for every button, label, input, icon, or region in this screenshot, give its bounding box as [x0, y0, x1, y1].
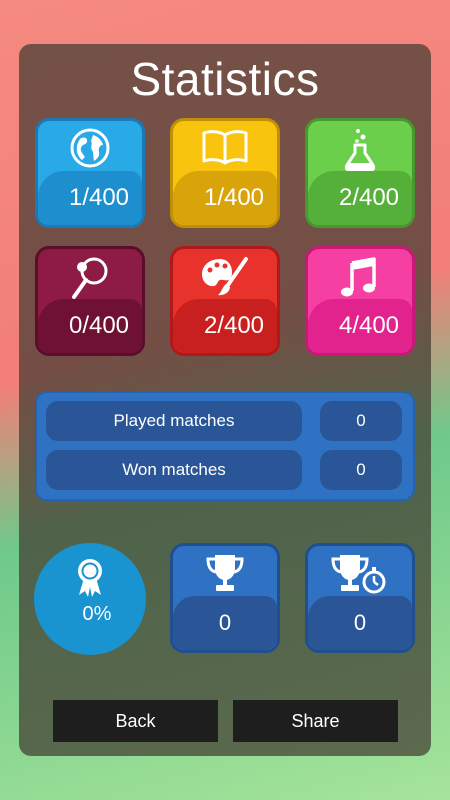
book-icon	[173, 127, 277, 177]
music-note-icon	[308, 255, 412, 305]
flask-icon	[308, 127, 412, 177]
won-matches-value: 0	[320, 450, 402, 490]
trophy-icon	[173, 552, 277, 598]
category-count: 2/400	[338, 184, 400, 211]
win-rate-badge: 0%	[34, 543, 146, 655]
wins-trophy-tile[interactable]: 0	[170, 543, 280, 653]
timed-wins-trophy-tile[interactable]: 0	[305, 543, 415, 653]
wins-count: 0	[173, 596, 277, 650]
back-button[interactable]: Back	[53, 700, 218, 742]
category-sports-tile[interactable]: 0/400	[35, 246, 145, 356]
category-count-bar: 4/400	[308, 299, 412, 353]
category-geography-tile[interactable]: 1/400	[35, 118, 145, 228]
category-music-tile[interactable]: 4/400	[305, 246, 415, 356]
category-science-tile[interactable]: 2/400	[305, 118, 415, 228]
won-matches-label: Won matches	[46, 450, 302, 490]
category-count: 0/400	[68, 312, 130, 339]
timed-wins-count: 0	[308, 596, 412, 650]
category-count-bar: 1/400	[173, 171, 277, 225]
category-count-bar: 0/400	[38, 299, 142, 353]
share-button[interactable]: Share	[233, 700, 398, 742]
trophy-stopwatch-icon	[308, 552, 412, 598]
category-count: 4/400	[338, 312, 400, 339]
played-matches-label: Played matches	[46, 401, 302, 441]
category-count-bar: 2/400	[173, 299, 277, 353]
category-count-bar: 1/400	[38, 171, 142, 225]
palette-icon	[173, 255, 277, 305]
racket-icon	[38, 255, 142, 305]
award-ribbon-icon	[74, 558, 106, 598]
category-count: 1/400	[68, 184, 130, 211]
category-count: 1/400	[203, 184, 265, 211]
globe-icon	[38, 127, 142, 177]
category-art-tile[interactable]: 2/400	[170, 246, 280, 356]
matches-summary: Played matches 0 Won matches 0	[35, 391, 415, 501]
played-matches-value: 0	[320, 401, 402, 441]
category-count-bar: 2/400	[308, 171, 412, 225]
page-title: Statistics	[130, 53, 320, 105]
category-count: 2/400	[203, 312, 265, 339]
category-literature-tile[interactable]: 1/400	[170, 118, 280, 228]
win-rate-percent: 0%	[82, 603, 112, 625]
